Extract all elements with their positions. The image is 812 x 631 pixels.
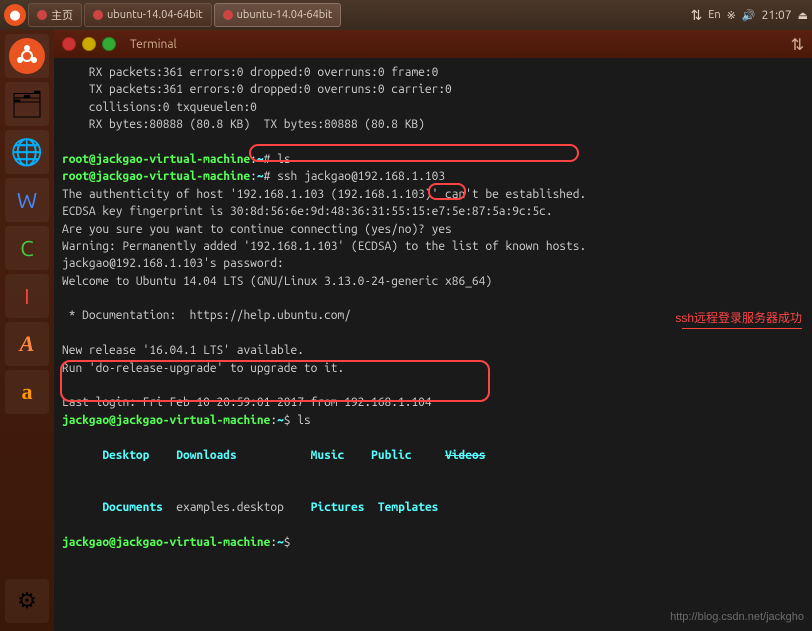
amazon-icon: a [22,379,33,405]
bluetooth-icon[interactable]: ※ [727,9,736,22]
term-ls-row2: Documents examples.desktop Pictures Temp… [62,481,804,533]
term-line: root@jackgao-virtual-machine:~# ls [62,151,804,168]
term-ls-row1: Desktop Downloads Music Public Videos [62,429,804,481]
sidebar-item-font[interactable]: A [5,322,49,366]
term-line: collisions:0 txqueuelen:0 [62,99,804,116]
term-line: Welcome to Ubuntu 14.04 LTS (GNU/Linux 3… [62,273,804,290]
term-line: New release '16.04.1 LTS' available. [62,342,804,359]
title-right-controls: ⇅ [791,35,804,54]
term-line: The authenticity of host '192.168.1.103 … [62,186,804,203]
volume-icon[interactable]: 🔊 [742,9,756,22]
home-tab-label: 主页 [51,7,73,23]
ubuntu-logo [9,38,45,74]
tab2-label: ubuntu-14.04-64bit [237,9,333,21]
clock: 21:07 [762,9,792,22]
sort-icon[interactable]: ⇅ [690,7,702,24]
files-icon: 🗂 [10,89,43,120]
sidebar-item-ubuntu[interactable] [5,34,49,78]
taskbar-home-tab[interactable]: 主页 [28,3,82,27]
settings-icon: ⚙ [17,588,37,614]
term-ssh-command: root@jackgao-virtual-machine:~# ssh jack… [62,168,804,185]
home-close-icon[interactable] [37,10,47,20]
window-close-button[interactable] [62,37,76,51]
term-line [62,377,804,394]
watermark: http://blog.csdn.net/jackgho [670,611,804,623]
title-sort-icon[interactable]: ⇅ [791,35,804,54]
ssh-success-annotation: ssh远程登录服务器成功 [675,310,802,327]
term-prompt: jackgao@jackgao-virtual-machine:~$ [62,534,804,551]
sidebar-item-impress[interactable]: I [5,274,49,318]
tab1-close-icon[interactable] [93,10,103,20]
tab1-label: ubuntu-14.04-64bit [107,9,203,21]
term-line: jackgao@192.168.1.103's password: [62,255,804,272]
sidebar: 🗂 🌐 W C I A a ⚙ [0,30,54,631]
term-line: jackgao@jackgao-virtual-machine:~$ ls [62,412,804,429]
taskbar-tab2[interactable]: ubuntu-14.04-64bit [214,3,342,27]
term-line: TX packets:361 errors:0 dropped:0 overru… [62,81,804,98]
power-icon[interactable]: ⏏ [798,9,808,22]
impress-icon: I [24,284,30,309]
term-line [62,290,804,307]
main-window: Terminal ⇅ RX packets:361 errors:0 dropp… [54,30,812,631]
term-line [62,134,804,151]
sidebar-item-settings[interactable]: ⚙ [5,579,49,623]
sidebar-item-files[interactable]: 🗂 [5,82,49,126]
ubuntu-menu-button[interactable]: ● [4,4,26,26]
term-line [62,325,804,342]
writer-icon: W [17,188,37,213]
term-line: Last login: Fri Feb 10 20:59:01 2017 fro… [62,394,804,411]
term-line: Warning: Permanently added '192.168.1.10… [62,238,804,255]
lang-indicator[interactable]: En [708,9,720,21]
calc-icon: C [20,236,34,261]
taskbar-right-area: ⇅ En ※ 🔊 21:07 ⏏ [690,7,808,24]
terminal-content[interactable]: RX packets:361 errors:0 dropped:0 overru… [54,58,812,631]
term-line: ECDSA key fingerprint is 30:8d:56:6e:9d:… [62,203,804,220]
sidebar-item-amazon[interactable]: a [5,370,49,414]
tab2-close-icon[interactable] [223,10,233,20]
sidebar-item-writer[interactable]: W [5,178,49,222]
sidebar-item-calc[interactable]: C [5,226,49,270]
window-title: Terminal [130,38,177,51]
window-maximize-button[interactable] [102,37,116,51]
term-line: Run 'do-release-upgrade' to upgrade to i… [62,360,804,377]
term-line: Are you sure you want to continue connec… [62,221,804,238]
term-line: RX bytes:80888 (80.8 KB) TX bytes:80888 … [62,116,804,133]
term-line: RX packets:361 errors:0 dropped:0 overru… [62,64,804,81]
window-minimize-button[interactable] [82,37,96,51]
firefox-icon: 🌐 [11,137,43,168]
taskbar-tab1[interactable]: ubuntu-14.04-64bit [84,3,212,27]
sidebar-item-firefox[interactable]: 🌐 [5,130,49,174]
font-icon: A [20,331,35,357]
title-bar: Terminal ⇅ [54,30,812,58]
taskbar: ● 主页 ubuntu-14.04-64bit ubuntu-14.04-64b… [0,0,812,30]
